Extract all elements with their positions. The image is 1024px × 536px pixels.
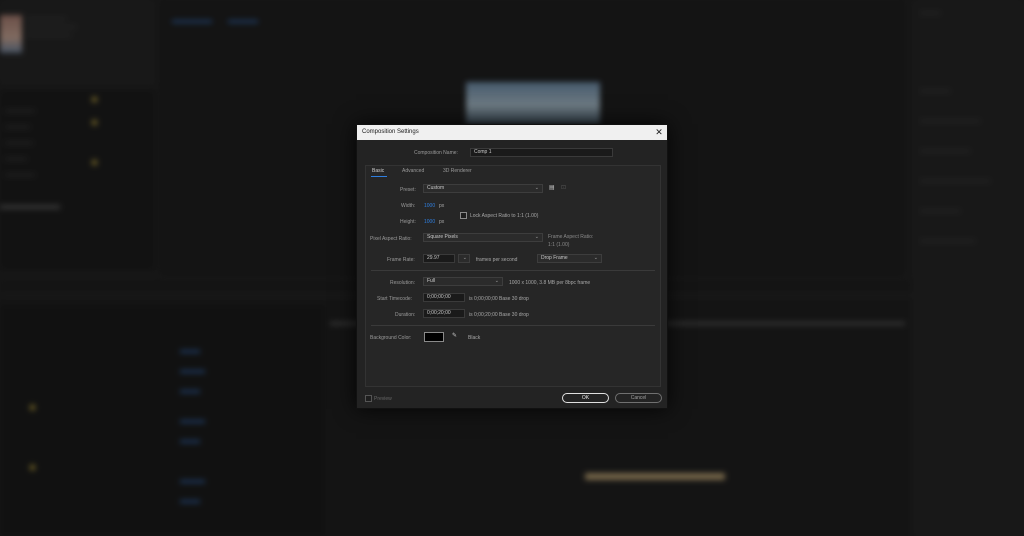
dialog-titlebar: Composition Settings ✕ bbox=[357, 125, 667, 140]
chevron-down-icon: ⌄ bbox=[534, 185, 539, 191]
background-color-label: Background Color: bbox=[370, 335, 412, 341]
duration-input[interactable]: 0;00;20;00 bbox=[423, 309, 465, 318]
active-tab-indicator bbox=[371, 176, 387, 177]
background-color-swatch[interactable] bbox=[424, 332, 444, 342]
drop-frame-select[interactable]: Drop Frame ⌄ bbox=[537, 254, 602, 263]
close-icon[interactable]: ✕ bbox=[654, 125, 664, 140]
save-icon[interactable]: ▤ bbox=[549, 184, 555, 191]
duration-label: Duration: bbox=[395, 312, 416, 318]
resolution-value: Full bbox=[427, 278, 436, 284]
start-timecode-input[interactable]: 0;00;00;00 bbox=[423, 293, 465, 302]
composition-settings-dialog: Composition Settings ✕ Composition Name:… bbox=[356, 124, 668, 409]
width-value[interactable]: 1000 bbox=[424, 203, 435, 209]
chevron-down-icon: ⌄ bbox=[494, 278, 499, 284]
chevron-down-icon: ⌄ bbox=[462, 255, 467, 261]
frame-aspect-label: Frame Aspect Ratio: bbox=[548, 234, 594, 240]
pixel-aspect-select[interactable]: Square Pixels ⌄ bbox=[423, 233, 543, 242]
tab-basic[interactable]: Basic bbox=[372, 168, 384, 174]
section-divider bbox=[371, 270, 655, 271]
tab-advanced[interactable]: Advanced bbox=[402, 168, 424, 174]
lock-aspect-label: Lock Aspect Ratio to 1:1 (1.00) bbox=[470, 213, 539, 219]
section-divider bbox=[371, 325, 655, 326]
resolution-select[interactable]: Full ⌄ bbox=[423, 277, 503, 286]
chevron-down-icon: ⌄ bbox=[534, 234, 539, 240]
preset-value: Custom bbox=[427, 185, 445, 191]
duration-info: is 0;00;20;00 Base 30 drop bbox=[469, 312, 529, 318]
lock-aspect-checkbox[interactable] bbox=[460, 212, 467, 219]
frame-rate-label: Frame Rate: bbox=[387, 257, 415, 263]
comp-name-input[interactable]: Comp 1 bbox=[470, 148, 613, 157]
ok-button[interactable]: OK bbox=[562, 393, 609, 403]
comp-name-label: Composition Name: bbox=[414, 150, 458, 156]
preview-checkbox[interactable] bbox=[365, 395, 372, 402]
frame-rate-dropdown[interactable]: ⌄ bbox=[458, 254, 470, 263]
chevron-down-icon: ⌄ bbox=[593, 255, 598, 261]
width-unit: px bbox=[439, 203, 445, 209]
trash-icon[interactable]: ⊡ bbox=[561, 184, 566, 191]
settings-panel bbox=[365, 165, 661, 387]
cancel-button[interactable]: Cancel bbox=[615, 393, 662, 403]
height-value[interactable]: 1000 bbox=[424, 219, 435, 225]
start-timecode-label: Start Timecode: bbox=[377, 296, 413, 302]
tab-3d-renderer[interactable]: 3D Renderer bbox=[443, 168, 472, 174]
pixel-aspect-value: Square Pixels bbox=[427, 234, 458, 240]
resolution-label: Resolution: bbox=[390, 280, 416, 286]
width-label: Width: bbox=[401, 203, 416, 209]
height-label: Height: bbox=[400, 219, 416, 225]
preset-select[interactable]: Custom ⌄ bbox=[423, 184, 543, 193]
resolution-info: 1000 x 1000, 3.8 MB per 8bpc frame bbox=[509, 280, 591, 286]
dialog-title: Composition Settings bbox=[362, 129, 419, 135]
preset-label: Preset: bbox=[400, 187, 416, 193]
height-unit: px bbox=[439, 219, 445, 225]
frame-rate-unit: frames per second bbox=[476, 257, 518, 263]
preview-label: Preview bbox=[374, 396, 392, 402]
pixel-aspect-label: Pixel Aspect Ratio: bbox=[370, 236, 412, 242]
eyedropper-icon[interactable]: ✎ bbox=[452, 332, 457, 339]
start-timecode-info: is 0;00;00;00 Base 30 drop bbox=[469, 296, 529, 302]
frame-rate-input[interactable]: 29.97 bbox=[423, 254, 455, 263]
background-color-name: Black bbox=[468, 335, 481, 341]
drop-frame-value: Drop Frame bbox=[541, 255, 568, 261]
frame-aspect-value: 1:1 (1.00) bbox=[548, 242, 570, 248]
